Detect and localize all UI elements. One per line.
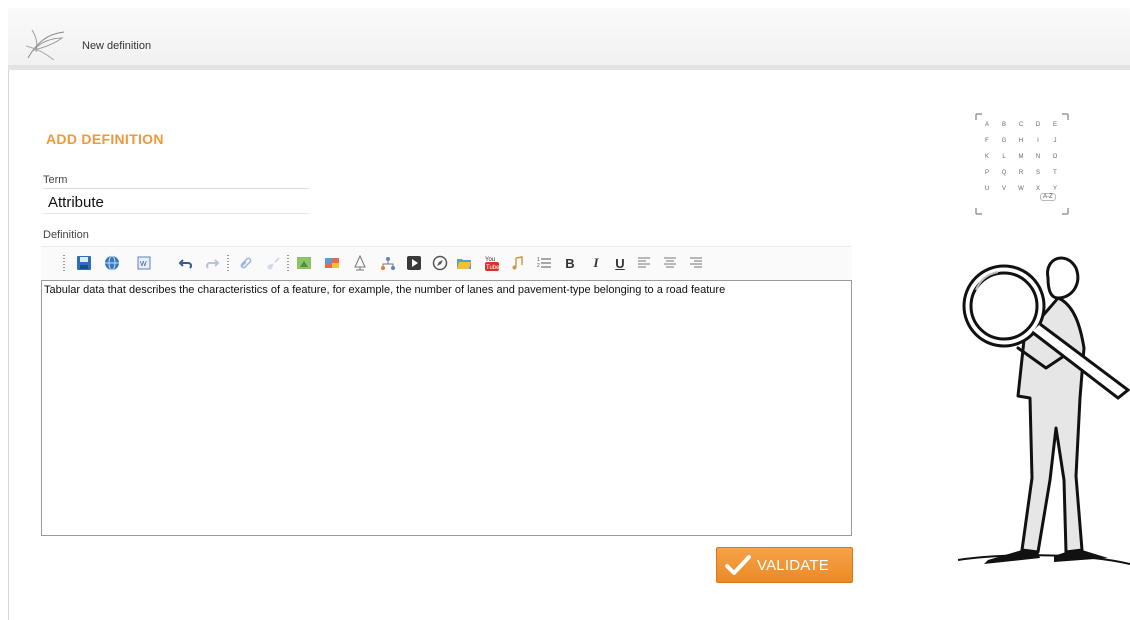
- undo-icon[interactable]: [177, 254, 195, 272]
- image-icon[interactable]: [295, 254, 313, 272]
- italic-icon[interactable]: I: [587, 254, 605, 272]
- compass-icon[interactable]: [431, 254, 449, 272]
- alphabet-letter[interactable]: U: [982, 186, 992, 192]
- align-right-icon[interactable]: [687, 254, 705, 272]
- term-input[interactable]: [43, 188, 309, 214]
- alphabet-letter[interactable]: R: [1016, 170, 1026, 176]
- globe-icon[interactable]: [103, 254, 121, 272]
- redo-icon[interactable]: [203, 254, 221, 272]
- alphabet-letter[interactable]: L: [999, 154, 1009, 160]
- alphabet-letter[interactable]: W: [1016, 186, 1026, 192]
- tree-icon[interactable]: [351, 254, 369, 272]
- underline-icon[interactable]: U: [611, 254, 629, 272]
- alphabet-letter[interactable]: J: [1050, 138, 1060, 144]
- alphabet-letter[interactable]: S: [1033, 170, 1043, 176]
- svg-text:2: 2: [537, 263, 540, 269]
- alphabet-letter[interactable]: T: [1050, 170, 1060, 176]
- az-button[interactable]: A-Z: [1040, 193, 1056, 201]
- youtube-icon[interactable]: You Tube: [483, 254, 501, 272]
- definition-label: Definition: [43, 229, 89, 241]
- alphabet-letter[interactable]: Y: [1050, 186, 1060, 192]
- bold-icon[interactable]: B: [561, 254, 579, 272]
- word-paste-icon[interactable]: W: [135, 254, 153, 272]
- top-bar: New definition: [8, 8, 1130, 70]
- video-icon[interactable]: [405, 254, 423, 272]
- alphabet-letter[interactable]: F: [982, 138, 992, 144]
- leaf-logo-icon: [25, 29, 65, 61]
- toolbar-separator: [227, 255, 229, 271]
- alphabet-letter[interactable]: K: [982, 154, 992, 160]
- form-heading: ADD DEFINITION: [46, 131, 164, 147]
- toolbar-separator: [63, 255, 65, 271]
- validate-button[interactable]: VALIDATE: [716, 547, 853, 583]
- alphabet-letter[interactable]: C: [1016, 122, 1026, 128]
- alphabet-letter[interactable]: O: [1050, 154, 1060, 160]
- page-title: New definition: [82, 40, 152, 52]
- alphabet-letter[interactable]: A: [982, 122, 992, 128]
- editor-toolbar: W You Tube 12 B I U: [41, 246, 852, 280]
- alphabet-letter[interactable]: X: [1033, 186, 1043, 192]
- align-left-icon[interactable]: [635, 254, 653, 272]
- alphabet-letter[interactable]: P: [982, 170, 992, 176]
- validate-label: VALIDATE: [757, 556, 829, 574]
- toolbar-separator: [287, 255, 289, 271]
- alphabet-letter[interactable]: D: [1033, 122, 1043, 128]
- alphabet-letter[interactable]: V: [999, 186, 1009, 192]
- alphabet-letter[interactable]: M: [1016, 154, 1026, 160]
- alphabet-letter[interactable]: I: [1033, 138, 1043, 144]
- unlink-icon[interactable]: [265, 254, 283, 272]
- align-center-icon[interactable]: [661, 254, 679, 272]
- save-icon[interactable]: [75, 254, 93, 272]
- gallery-icon[interactable]: [323, 254, 341, 272]
- svg-text:W: W: [140, 261, 147, 268]
- music-icon[interactable]: [509, 254, 527, 272]
- svg-text:Tube: Tube: [486, 265, 500, 271]
- folder-icon[interactable]: [455, 254, 473, 272]
- alphabet-letter[interactable]: B: [999, 122, 1009, 128]
- magnifier-person-illustration: [958, 256, 1130, 565]
- alphabet-letter[interactable]: H: [1016, 138, 1026, 144]
- checkmark-icon: [725, 555, 751, 575]
- alphabet-letter[interactable]: N: [1033, 154, 1043, 160]
- alphabet-letter[interactable]: Q: [999, 170, 1009, 176]
- alphabet-letter[interactable]: G: [999, 138, 1009, 144]
- term-label: Term: [43, 174, 68, 186]
- link-icon[interactable]: [237, 254, 255, 272]
- sitemap-icon[interactable]: [379, 254, 397, 272]
- alphabet-index: A B C D E F G H I J K L M N O P Q R S T U V W X Y A-Z: [972, 112, 1072, 216]
- alphabet-letter[interactable]: E: [1050, 122, 1060, 128]
- list-icon[interactable]: 12: [535, 254, 553, 272]
- definition-editor[interactable]: Tabular data that describes the characte…: [41, 280, 852, 536]
